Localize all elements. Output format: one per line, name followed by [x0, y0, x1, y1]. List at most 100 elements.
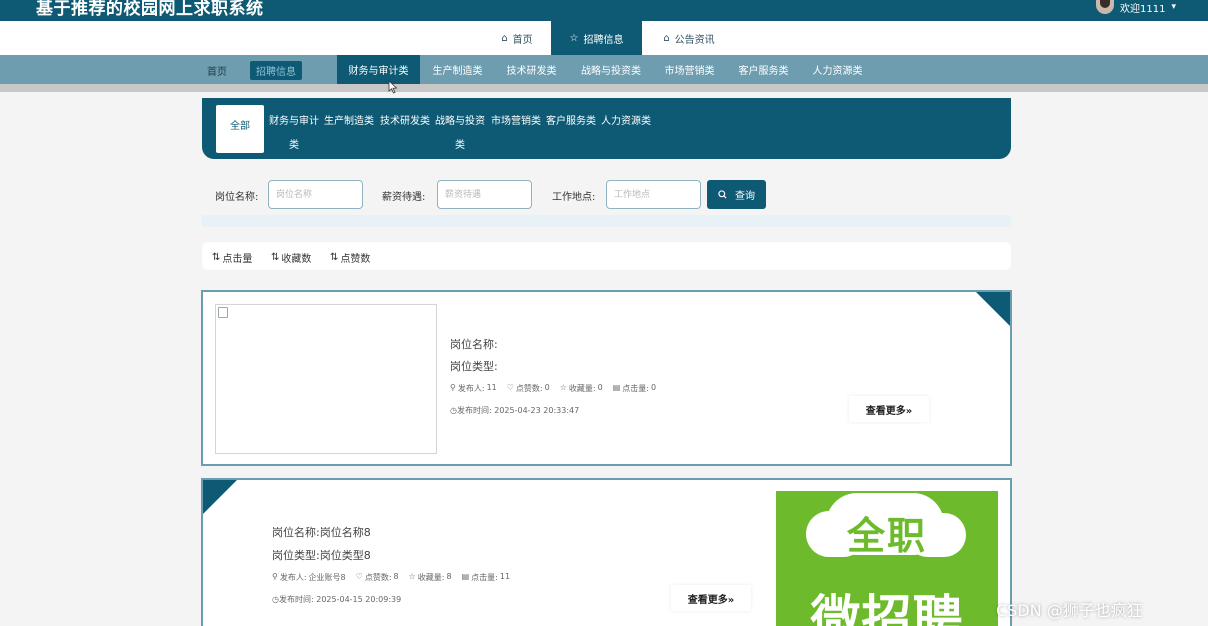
sort-bar: ⇅ 点击量 ⇅ 收藏数 ⇅ 点赞数 [202, 242, 1011, 270]
category-tech[interactable]: 技术研发类 [380, 110, 430, 134]
subnav-item-marketing[interactable]: 市场营销类 [657, 55, 722, 84]
sub-nav: 首页 招聘信息 财务与审计类 生产制造类 技术研发类 战略与投资类 市场营销类 … [0, 55, 1208, 84]
user-menu[interactable]: 欢迎1111 ▾ [1096, 0, 1176, 15]
view-more-button[interactable]: 查看更多» [671, 585, 751, 611]
job-image[interactable] [215, 304, 437, 454]
category-finance[interactable]: 财务与审计类 [269, 110, 319, 158]
job-name-label: 岗位名称: [215, 192, 259, 203]
broken-image-icon [218, 307, 228, 318]
user-name[interactable]: 欢迎1111 [1120, 0, 1165, 15]
nav-home-label: 首页 [512, 34, 533, 46]
publisher-label: 发布人: [457, 384, 485, 393]
subnav-item-strategy[interactable]: 战略与投资类 [573, 55, 649, 84]
job-meta: ⚲ 发布人: 企业账号8 ♡ 点赞数: 8 ☆ 收藏量: 8 ▤ 点击量: 11 [272, 572, 510, 583]
category-all[interactable]: 全部 [216, 105, 264, 153]
mouse-cursor-icon [388, 80, 398, 94]
job-card[interactable]: 岗位名称: 岗位类型: ⚲ 发布人: 11 ♡ 点赞数: 0 ☆ 收藏量: 0 ▤ 点击量: 0… [201, 290, 1012, 466]
publisher: ⚲ 发布人: 企业账号8 [272, 572, 346, 583]
sort-likes-label: 点赞数 [340, 254, 371, 265]
publisher-value: 企业账号8 [308, 573, 346, 582]
location-label: 工作地点: [552, 192, 596, 203]
likes: ♡ 点赞数: 0 [507, 383, 550, 394]
top-header-bar: 基于推荐的校园网上求职系统 欢迎1111 ▾ [0, 0, 1208, 21]
breadcrumb-current[interactable]: 招聘信息 [250, 61, 302, 80]
clicks-label: 点击量: [622, 384, 649, 393]
likes-label: 点赞数: [364, 573, 392, 582]
likes: ♡ 点赞数: 8 [356, 572, 399, 583]
category-hr[interactable]: 人力资源类 [601, 110, 651, 134]
favorites-value: 8 [446, 572, 452, 581]
person-icon: ⚲ [450, 383, 456, 392]
job-meta: ⚲ 发布人: 11 ♡ 点赞数: 0 ☆ 收藏量: 0 ▤ 点击量: 0 [450, 383, 656, 394]
likes-label: 点赞数: [515, 384, 543, 393]
time-value: 2025-04-15 20:09:39 [316, 595, 402, 604]
search-filters: 岗位名称: 薪资待遇: 工作地点: 查询 [202, 178, 1011, 212]
sort-favorites[interactable]: ⇅ 收藏数 [271, 250, 311, 265]
time-label: 发布时间: [456, 406, 492, 415]
sort-icon: ⇅ [330, 252, 339, 263]
ad-title: 全职 [846, 514, 927, 558]
chevron-down-icon[interactable]: ▾ [1171, 2, 1176, 12]
job-type: 岗位类型:岗位类型8 [272, 549, 371, 562]
location-input[interactable] [606, 180, 701, 209]
thumb-icon: ♡ [355, 572, 363, 581]
chart-icon: ▤ [461, 572, 470, 581]
publisher: ⚲ 发布人: 11 [450, 383, 497, 394]
category-service[interactable]: 客户服务类 [546, 110, 596, 134]
clock-icon: ◷ [272, 595, 279, 604]
nav-announcements-label: 公告资讯 [674, 34, 715, 46]
view-more-button[interactable]: 查看更多» [849, 396, 929, 422]
divider [202, 215, 1011, 227]
subnav-item-finance[interactable]: 财务与审计类 [337, 55, 420, 84]
job-name-input[interactable] [268, 180, 363, 209]
nav-recruitment[interactable]: ☆ 招聘信息 [551, 21, 642, 55]
salary-input[interactable] [437, 180, 532, 209]
job-type: 岗位类型: [450, 360, 498, 373]
clicks: ▤ 点击量: 0 [613, 383, 656, 394]
avatar[interactable] [1096, 0, 1115, 14]
corner-decoration [203, 480, 237, 514]
job-image[interactable]: 全职 微招聘 [776, 491, 998, 626]
category-panel: 全部 财务与审计类 生产制造类 技术研发类 战略与投资类 市场营销类 客户服务类… [202, 98, 1011, 159]
home-icon: ⌂ [501, 32, 508, 44]
nav-announcements[interactable]: ⌂ 公告资讯 [648, 21, 730, 55]
category-production[interactable]: 生产制造类 [324, 110, 374, 134]
subnav-shadow [0, 84, 1208, 92]
subnav-item-tech[interactable]: 技术研发类 [499, 55, 564, 84]
sort-clicks[interactable]: ⇅ 点击量 [212, 250, 252, 265]
sort-favorites-label: 收藏数 [281, 254, 312, 265]
corner-decoration [976, 292, 1010, 326]
subnav-item-hr[interactable]: 人力资源类 [805, 55, 870, 84]
category-strategy[interactable]: 战略与投资类 [435, 110, 485, 158]
person-icon: ⚲ [272, 572, 278, 581]
search-icon [718, 190, 727, 199]
category-marketing[interactable]: 市场营销类 [491, 110, 541, 134]
clicks: ▤ 点击量: 11 [462, 572, 510, 583]
ad-subtitle: 微招聘 [810, 590, 964, 626]
favorites: ☆ 收藏量: 8 [409, 572, 452, 583]
watermark: CSDN @狮子也疯狂 [996, 601, 1143, 620]
likes-value: 0 [544, 383, 550, 392]
search-button[interactable]: 查询 [707, 180, 766, 209]
lock-icon: ⌂ [663, 32, 670, 44]
publisher-value: 11 [486, 383, 497, 392]
time-label: 发布时间: [278, 595, 314, 604]
job-name: 岗位名称: [450, 338, 498, 351]
clock-icon: ◷ [450, 406, 457, 415]
subnav-item-production[interactable]: 生产制造类 [425, 55, 490, 84]
favorites-label: 收藏量: [417, 573, 445, 582]
subnav-item-service[interactable]: 客户服务类 [731, 55, 796, 84]
job-card[interactable]: 岗位名称:岗位名称8 岗位类型:岗位类型8 ⚲ 发布人: 企业账号8 ♡ 点赞数: 8 … [201, 478, 1012, 626]
favorites-value: 0 [597, 383, 603, 392]
sort-likes[interactable]: ⇅ 点赞数 [330, 250, 370, 265]
publisher-label: 发布人: [279, 573, 307, 582]
favorites: ☆ 收藏量: 0 [560, 383, 603, 394]
favorites-label: 收藏量: [568, 384, 596, 393]
breadcrumb-home[interactable]: 首页 [203, 61, 231, 80]
job-name: 岗位名称:岗位名称8 [272, 526, 371, 539]
star-icon: ☆ [569, 32, 579, 44]
clicks-label: 点击量: [471, 573, 498, 582]
publish-time: ◷发布时间: 2025-04-23 20:33:47 [450, 405, 579, 416]
nav-home[interactable]: ⌂ 首页 [485, 21, 549, 55]
clicks-value: 0 [650, 383, 657, 392]
